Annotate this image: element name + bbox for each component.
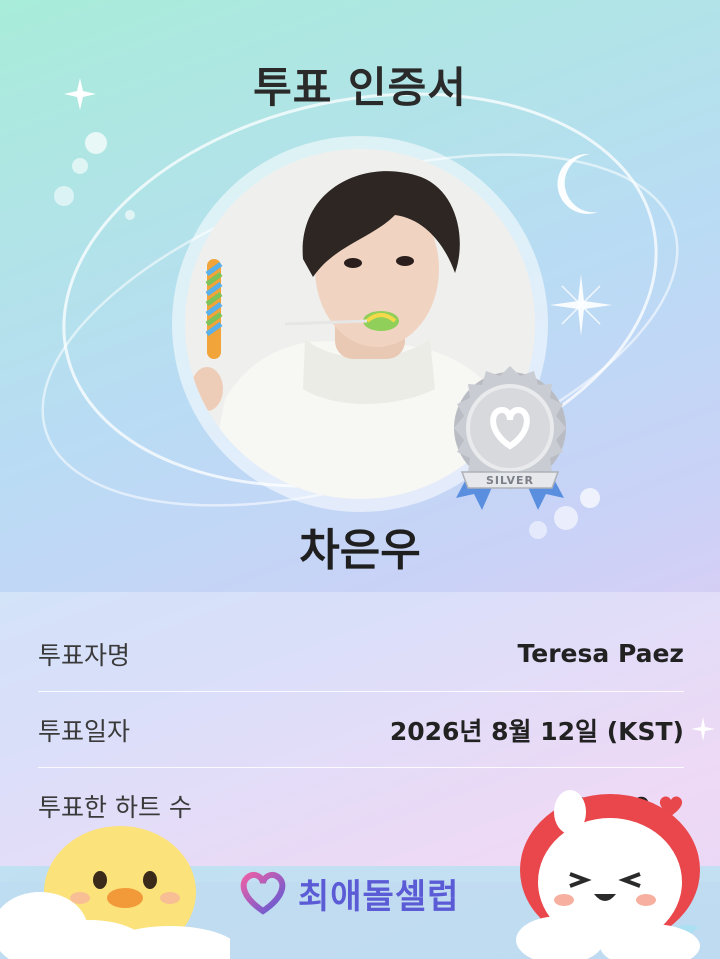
vote-date-label: 투표일자 <box>38 716 131 746</box>
vote-date-row: 투표일자 2026년 8월 12일 (KST) <box>38 692 684 768</box>
voter-name-label: 투표자명 <box>38 640 131 670</box>
voter-name-row: 투표자명 Teresa Paez <box>38 616 684 692</box>
bunny-character <box>516 790 700 959</box>
brand-name: 최애돌셀럽 <box>298 876 460 917</box>
sparkle-icon <box>550 274 612 336</box>
voter-name-value: Teresa Paez <box>517 639 684 668</box>
chick-character <box>0 826 230 959</box>
vote-date-value: 2026년 8월 12일 (KST) <box>389 716 684 746</box>
silver-badge: SILVER <box>440 360 580 520</box>
brand-logo: 최애돌셀럽 <box>238 868 459 918</box>
idol-name: 차은우 <box>299 525 421 576</box>
badge-tier-label: SILVER <box>485 474 534 487</box>
moon-icon <box>557 153 598 214</box>
certificate-title: 투표 인증서 <box>253 63 467 112</box>
brand-logo-icon <box>240 871 286 915</box>
